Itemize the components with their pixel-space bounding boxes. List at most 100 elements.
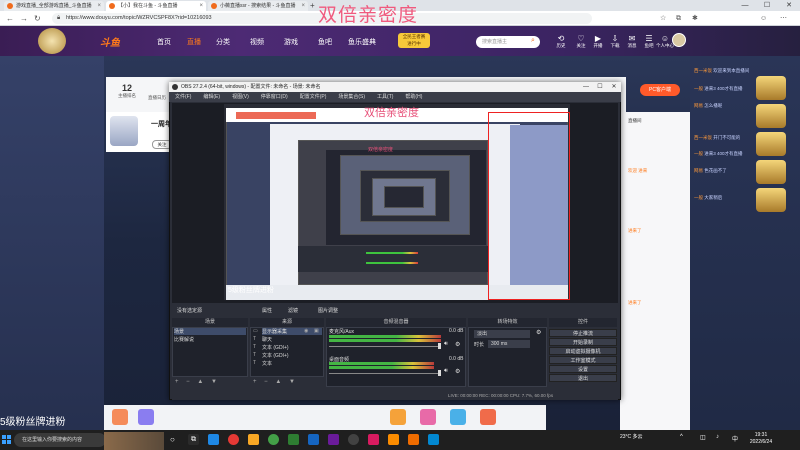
properties-button[interactable]: 属性 bbox=[262, 307, 272, 314]
menu-edit[interactable]: 编辑(E) bbox=[197, 92, 226, 102]
close-window-button[interactable]: ✕ bbox=[778, 0, 800, 11]
refresh-icon[interactable]: ↻ bbox=[34, 13, 41, 24]
source-item[interactable]: 显示器采集 bbox=[262, 328, 322, 335]
eye-icon[interactable]: ◉ bbox=[304, 328, 308, 334]
gear-icon[interactable]: ⚙ bbox=[536, 329, 541, 336]
gift-icon[interactable] bbox=[756, 188, 786, 212]
douyu-logo[interactable]: 斗鱼 bbox=[100, 34, 120, 49]
nav-festival[interactable]: 鱼乐盛典 bbox=[348, 37, 376, 47]
maximize-button[interactable]: ☐ bbox=[756, 0, 778, 11]
start-recording-button[interactable]: 开始录制 bbox=[549, 338, 617, 346]
gift-icon[interactable] bbox=[420, 409, 436, 425]
menu-tools[interactable]: 工具(T) bbox=[371, 92, 399, 102]
nav-live[interactable]: 直播 bbox=[187, 37, 201, 47]
sources-toolbar[interactable]: + − ▲ ▼ bbox=[250, 378, 324, 387]
new-tab-button[interactable]: + bbox=[310, 0, 315, 11]
gift-icon[interactable] bbox=[138, 409, 154, 425]
gift-icon[interactable] bbox=[756, 132, 786, 156]
explorer-icon[interactable] bbox=[248, 434, 259, 445]
source-selection-box[interactable] bbox=[488, 112, 570, 300]
wechat-icon[interactable] bbox=[288, 434, 299, 445]
menu-docks[interactable]: 停靠窗口(D) bbox=[255, 92, 294, 102]
network-icon[interactable]: ◫ bbox=[700, 434, 706, 441]
profile-icon[interactable]: ☺ bbox=[760, 13, 767, 24]
studio-mode-button[interactable]: 工作室模式 bbox=[549, 356, 617, 364]
volume-slider[interactable] bbox=[329, 373, 441, 374]
nav-games[interactable]: 游戏 bbox=[284, 37, 298, 47]
task-view-icon[interactable]: ○ bbox=[170, 434, 181, 445]
menu-profile[interactable]: 配置文件(P) bbox=[294, 92, 333, 102]
taskview-icon[interactable]: ⧉ bbox=[188, 434, 199, 445]
volume-slider-handle[interactable] bbox=[438, 343, 441, 349]
gift-icon[interactable] bbox=[756, 104, 786, 128]
avatar[interactable] bbox=[672, 33, 686, 47]
rank-box[interactable]: 12 主播排名 bbox=[108, 83, 146, 103]
scene-item[interactable]: 比赛解说 bbox=[174, 336, 194, 343]
app-icon[interactable] bbox=[408, 434, 419, 445]
menu-scene-collection[interactable]: 场景集合(S) bbox=[332, 92, 371, 102]
history-button[interactable]: ⟲ 历史 bbox=[551, 34, 571, 48]
speaker-icon[interactable]: ♪ bbox=[716, 434, 719, 440]
gift-icon[interactable] bbox=[480, 409, 496, 425]
gear-icon[interactable]: ⚙ bbox=[455, 368, 460, 375]
gift-icon[interactable] bbox=[756, 160, 786, 184]
virtual-camera-button[interactable]: 启动虚拟摄像机 bbox=[549, 347, 617, 355]
back-icon[interactable]: ← bbox=[6, 13, 14, 24]
browser-tab[interactable]: 游戏直播_全部游戏直播_斗鱼直播 × bbox=[4, 1, 104, 11]
extensions-icon[interactable]: ✱ bbox=[692, 13, 698, 24]
obs-icon[interactable] bbox=[348, 434, 359, 445]
menu-help[interactable]: 帮助(H) bbox=[399, 92, 428, 102]
collections-icon[interactable]: ⧉ bbox=[676, 13, 681, 24]
chrome-icon[interactable] bbox=[228, 434, 239, 445]
windows-start-icon[interactable] bbox=[2, 435, 11, 444]
minimize-button[interactable]: — bbox=[734, 0, 756, 11]
speaker-icon[interactable]: 🔊︎ bbox=[444, 341, 448, 348]
ime-icon[interactable]: 中 bbox=[732, 434, 738, 443]
browser-tab[interactable]: 小薇直播ssr - 搜索结果 - 斗鱼直播 × bbox=[208, 1, 308, 11]
volume-slider-handle[interactable] bbox=[438, 370, 441, 376]
gift-icon[interactable] bbox=[450, 409, 466, 425]
volume-slider[interactable] bbox=[329, 346, 441, 347]
steam-icon[interactable] bbox=[308, 434, 319, 445]
calendar-label[interactable]: 直播日历 bbox=[148, 95, 166, 101]
menu-file[interactable]: 文件(F) bbox=[169, 92, 197, 102]
scenes-toolbar[interactable]: + − ▲ ▼ bbox=[172, 378, 248, 387]
nav-home[interactable]: 首页 bbox=[157, 37, 171, 47]
close-icon[interactable]: × bbox=[301, 1, 305, 11]
gift-icon[interactable] bbox=[390, 409, 406, 425]
filters-button[interactable]: 滤镜 bbox=[288, 307, 298, 314]
source-item[interactable]: 文本 bbox=[262, 360, 272, 367]
gift-icon[interactable] bbox=[112, 409, 128, 425]
close-icon[interactable]: × bbox=[97, 1, 101, 11]
speaker-icon[interactable]: 🔊︎ bbox=[444, 368, 448, 375]
app-icon[interactable] bbox=[428, 434, 439, 445]
duration-input[interactable]: 300 ms bbox=[488, 340, 530, 348]
chevron-up-icon[interactable]: ^ bbox=[680, 434, 683, 440]
nav-video[interactable]: 视频 bbox=[250, 37, 264, 47]
settings-button[interactable]: 设置 bbox=[549, 365, 617, 373]
taskbar-clock[interactable]: 19:31 2022/6/24 bbox=[744, 432, 778, 446]
favorites-icon[interactable]: ☆ bbox=[660, 13, 666, 24]
source-item[interactable]: 文本 (GDI+) bbox=[262, 344, 289, 351]
douyu-icon[interactable] bbox=[388, 434, 399, 445]
anchor-avatar[interactable] bbox=[110, 116, 138, 146]
minimize-button[interactable]: — bbox=[579, 82, 593, 92]
image-adjust-button[interactable]: 图片调整 bbox=[318, 307, 338, 314]
gear-icon[interactable]: ⚙ bbox=[455, 341, 460, 348]
nav-category[interactable]: 分类 bbox=[216, 37, 230, 47]
edge-icon[interactable] bbox=[208, 434, 219, 445]
exit-button[interactable]: 退出 bbox=[549, 374, 617, 382]
forward-icon[interactable]: → bbox=[20, 13, 28, 24]
taskbar-search-input[interactable]: 在这里输入你要搜索的内容 bbox=[14, 433, 106, 447]
app-icon[interactable] bbox=[268, 434, 279, 445]
lock-icon[interactable]: ▣ bbox=[314, 328, 319, 334]
nav-fishbar[interactable]: 鱼吧 bbox=[318, 37, 332, 47]
close-window-button[interactable]: ✕ bbox=[607, 82, 621, 92]
stop-streaming-button[interactable]: 停止推流 bbox=[549, 329, 617, 337]
close-icon[interactable]: × bbox=[199, 1, 203, 11]
browser-tab[interactable]: 【小】我在斗鱼 - 斗鱼直播 × bbox=[106, 1, 206, 11]
more-icon[interactable]: ⋯ bbox=[780, 13, 787, 24]
transition-select[interactable]: 淡出 bbox=[474, 330, 530, 338]
maximize-button[interactable]: ☐ bbox=[593, 82, 607, 92]
scene-item[interactable]: 场景 bbox=[174, 328, 246, 335]
